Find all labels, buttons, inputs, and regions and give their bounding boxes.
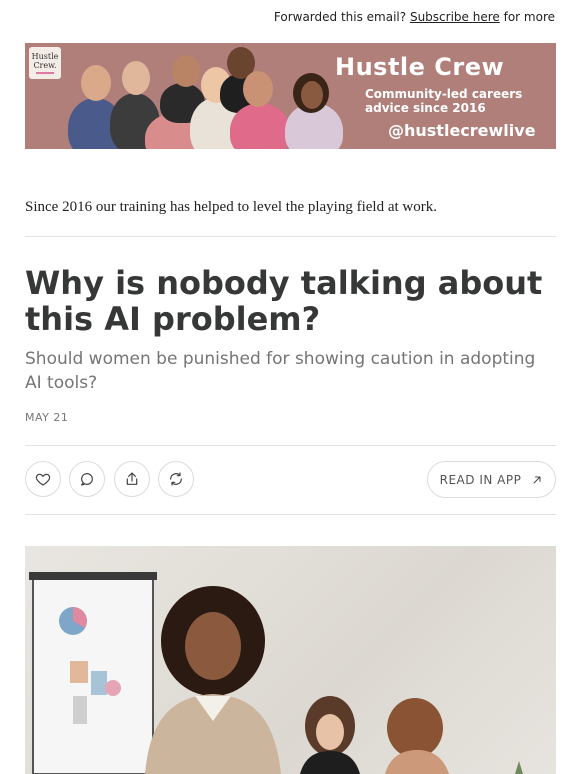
subscribe-link[interactable]: Subscribe here: [410, 10, 500, 24]
restack-icon: [170, 472, 182, 486]
hero-photo-illustration: [29, 572, 523, 774]
post-subtitle: Should women be punished for showing cau…: [25, 349, 536, 393]
forwarded-prefix: Forwarded this email?: [273, 10, 407, 24]
banner-title: Hustle Crew: [335, 53, 505, 81]
divider: [25, 445, 556, 446]
post-date: MAY 21: [25, 411, 69, 424]
forwarded-suffix: for more: [503, 10, 555, 24]
banner-handle: @hustlecrewlive: [388, 121, 536, 140]
comment-icon: [81, 473, 93, 486]
divider: [25, 514, 556, 515]
heart-icon: [35, 473, 51, 486]
arrow-up-right-icon: [533, 476, 541, 483]
share-icon: [126, 472, 138, 485]
post-title[interactable]: Why is nobody talking about this AI prob…: [25, 265, 556, 337]
read-in-app-button[interactable]: READ IN APP: [427, 461, 556, 498]
article-hero-image[interactable]: [25, 546, 556, 774]
hustle-crew-logo: Hustle Crew.: [29, 47, 61, 79]
divider: [25, 236, 556, 237]
like-button[interactable]: [25, 461, 61, 497]
group-photo: [65, 43, 365, 149]
restack-button[interactable]: [158, 461, 194, 497]
header-banner[interactable]: Hustle Crew. Hustle Crew Community-led c…: [25, 43, 556, 149]
share-button[interactable]: [114, 461, 150, 497]
banner-subtitle: Community-led careers advice since 2016: [365, 87, 523, 115]
intro-text: Since 2016 our training has helped to le…: [25, 199, 437, 215]
forwarded-notice: Forwarded this email? Subscribe here for…: [274, 10, 555, 24]
read-in-app-label: READ IN APP: [439, 472, 522, 487]
comment-button[interactable]: [69, 461, 105, 497]
